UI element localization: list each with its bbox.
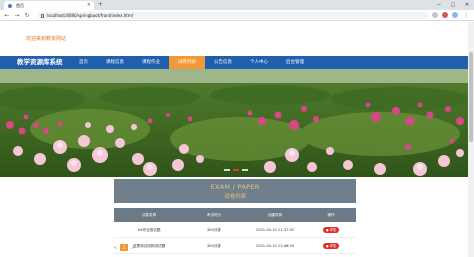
tab-title: 首页 (16, 3, 24, 8)
reload-icon[interactable]: ↻ (23, 10, 31, 21)
nav-item-exam-list[interactable]: 试卷列表 (169, 56, 205, 69)
extension-icon[interactable] (442, 12, 448, 18)
main-navbar: 教学资源库系统 首页 课程信息 课程作业 试卷列表 公告信息 个人中心 后台管理 (0, 56, 474, 69)
profile-avatar-icon[interactable] (452, 12, 458, 18)
exam-duration: 300分钟 (206, 244, 222, 248)
back-icon[interactable]: ← (3, 10, 11, 21)
banner-image (0, 69, 474, 177)
detail-button[interactable]: ● 详情 (322, 243, 340, 249)
scrollbar-thumb[interactable] (469, 52, 473, 142)
col-header-duration: 考试时长 (206, 213, 222, 217)
minimize-icon[interactable]: ─ (432, 0, 446, 10)
current-page-button[interactable]: 1 (120, 244, 129, 251)
banner-carousel[interactable] (0, 69, 474, 177)
exam-duration: 300分钟 (206, 228, 222, 232)
section-title-box: EXAM / PAPER 试卷列表 (114, 179, 356, 203)
section-title-cn: 试卷列表 (223, 194, 246, 200)
next-page-button[interactable]: > (131, 245, 134, 250)
carousel-dot[interactable] (224, 169, 230, 171)
action-cell: ● 详情 (306, 222, 356, 237)
prev-page-button[interactable]: < (114, 245, 117, 250)
maximize-icon[interactable]: □ (446, 0, 460, 10)
section-title-en: EXAM / PAPER (210, 183, 260, 191)
table-row: 这是测试用的测试题 300分钟 2021-04-10 11:46:59 ● 详情 (114, 238, 356, 254)
detail-button[interactable]: ● 详情 (322, 227, 340, 233)
browser-tab-strip: 首页 × + ─ □ ✕ (0, 0, 474, 10)
col-header-name: 试卷名称 (141, 213, 157, 217)
exam-created: 2021-04-10 11:46:59 (255, 244, 295, 248)
nav-item-courses[interactable]: 课程信息 (97, 56, 133, 69)
new-tab-button[interactable]: + (98, 1, 103, 9)
web-page: 欢迎来到教资网站 教学资源库系统 首页 课程信息 课程作业 试卷列表 公告信息 … (0, 22, 474, 257)
carousel-dot[interactable] (242, 169, 248, 171)
menu-kebab-icon[interactable]: ⋮ (462, 10, 470, 21)
nav-item-profile[interactable]: 个人中心 (241, 56, 277, 69)
nav-item-homework[interactable]: 课程作业 (133, 56, 169, 69)
pagination: < 1 > (114, 244, 135, 251)
carousel-dot-active[interactable] (233, 169, 239, 171)
action-cell: ● 详情 (306, 238, 356, 253)
exam-created: 2021-04-10 11:37:32 (255, 228, 295, 232)
url-text[interactable]: localhost:8080/springboot/front/index.ht… (47, 12, 133, 19)
exam-name: XX作业测试题 (137, 228, 161, 232)
nav-item-home[interactable]: 首页 (70, 56, 97, 69)
site-brand[interactable]: 教学资源库系统 (17, 56, 63, 69)
browser-tab[interactable]: 首页 × (4, 1, 94, 10)
browser-toolbar: ← → ↻ localhost:8080/springboot/front/in… (0, 10, 474, 21)
exam-table: 试卷名称 考试时长 创建时间 操作 XX作业测试题 300分钟 2021-04-… (114, 208, 356, 254)
carousel-indicators (224, 169, 248, 171)
bookmark-icon[interactable] (432, 12, 438, 18)
table-row: XX作业测试题 300分钟 2021-04-10 11:37:32 ● 详情 (114, 222, 356, 238)
close-window-icon[interactable]: ✕ (460, 0, 474, 10)
page-scrollbar[interactable] (468, 22, 474, 257)
nav-menu: 首页 课程信息 课程作业 试卷列表 公告信息 个人中心 后台管理 (70, 56, 313, 69)
info-icon[interactable] (41, 13, 44, 18)
nav-item-notices[interactable]: 公告信息 (205, 56, 241, 69)
welcome-text: 欢迎来到教资网站 (26, 36, 67, 42)
col-header-created: 创建时间 (267, 213, 283, 217)
close-tab-icon[interactable]: × (87, 1, 91, 10)
forward-icon[interactable]: → (13, 10, 21, 21)
col-header-action: 操作 (327, 213, 335, 217)
table-header: 试卷名称 考试时长 创建时间 操作 (114, 208, 356, 222)
address-bar[interactable]: localhost:8080/springboot/front/index.ht… (38, 12, 428, 19)
favicon-icon (8, 3, 12, 8)
nav-item-admin[interactable]: 后台管理 (277, 56, 313, 69)
